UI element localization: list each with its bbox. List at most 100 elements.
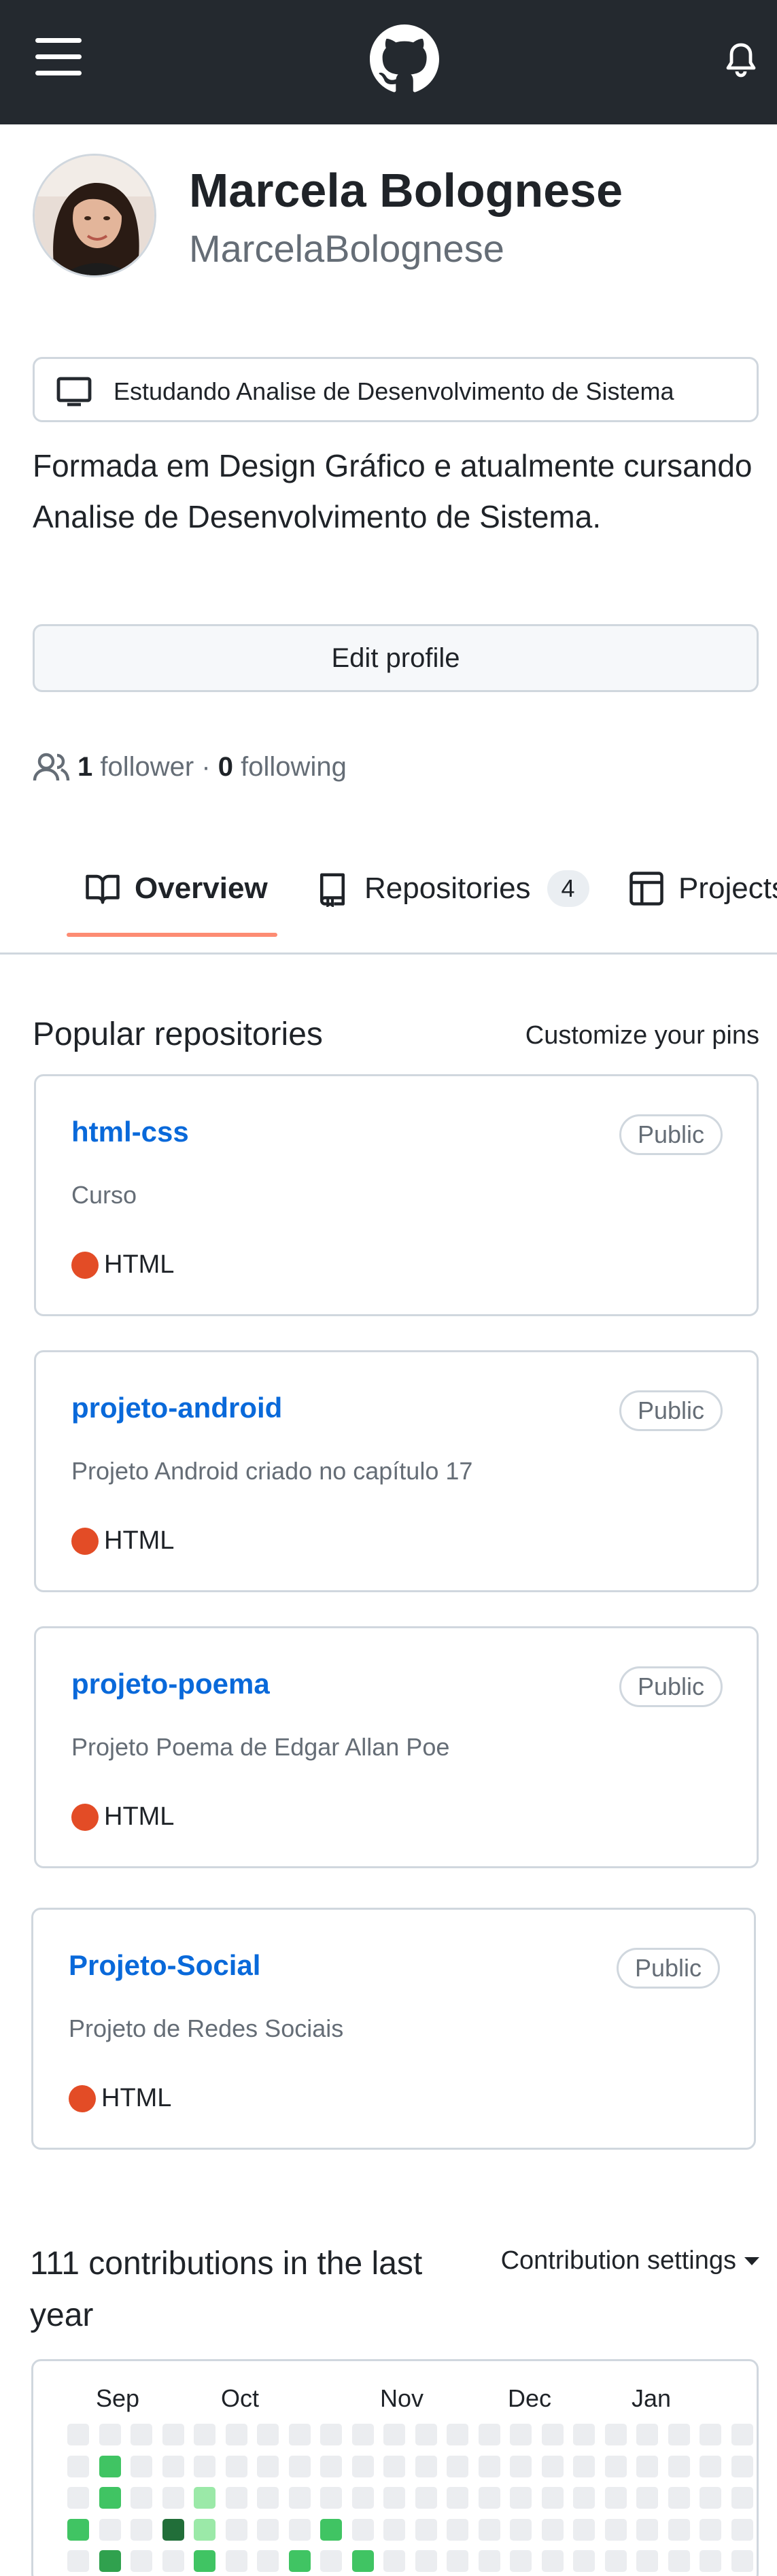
contribution-day-cell[interactable] — [510, 2424, 532, 2445]
contribution-day-cell[interactable] — [573, 2455, 595, 2477]
contribution-day-cell[interactable] — [415, 2550, 437, 2572]
contribution-day-cell[interactable] — [257, 2424, 279, 2445]
contribution-day-cell[interactable] — [225, 2424, 247, 2445]
contribution-day-cell[interactable] — [67, 2424, 89, 2445]
contribution-day-cell[interactable] — [731, 2424, 753, 2445]
customize-pins-link[interactable]: Customize your pins — [525, 1021, 759, 1050]
contribution-day-cell[interactable] — [541, 2455, 564, 2477]
contribution-day-cell[interactable] — [194, 2424, 215, 2445]
contribution-day-cell[interactable] — [383, 2518, 405, 2541]
contribution-day-cell[interactable] — [257, 2487, 279, 2509]
contribution-day-cell[interactable] — [447, 2487, 468, 2509]
contribution-day-cell[interactable] — [510, 2550, 532, 2572]
tab-projects[interactable]: Projects — [628, 858, 777, 919]
contribution-day-cell[interactable] — [636, 2424, 658, 2445]
contribution-day-cell[interactable] — [636, 2518, 658, 2541]
contribution-day-cell[interactable] — [636, 2550, 658, 2572]
contribution-day-cell[interactable] — [131, 2455, 152, 2477]
contribution-day-cell[interactable] — [351, 2455, 374, 2477]
contribution-day-cell[interactable] — [131, 2487, 152, 2509]
contribution-day-cell[interactable] — [700, 2550, 721, 2572]
contribution-day-cell[interactable] — [541, 2424, 564, 2445]
contribution-day-cell[interactable] — [351, 2487, 374, 2509]
followers-count[interactable]: 1 — [77, 752, 92, 783]
edit-profile-button[interactable]: Edit profile — [33, 624, 759, 692]
contribution-day-cell[interactable] — [320, 2487, 342, 2509]
hamburger-menu-icon[interactable] — [35, 38, 82, 76]
contribution-day-cell[interactable] — [731, 2518, 753, 2541]
contribution-day-cell[interactable] — [320, 2455, 342, 2477]
contribution-day-cell[interactable] — [383, 2550, 405, 2572]
repo-name-link[interactable]: Projeto-Social — [69, 1949, 260, 1982]
contribution-day-cell[interactable] — [478, 2455, 500, 2477]
contribution-day-cell[interactable] — [320, 2424, 342, 2445]
followers-label[interactable]: follower — [100, 752, 194, 783]
repo-name-link[interactable]: projeto-android — [71, 1392, 282, 1424]
contribution-day-cell[interactable] — [415, 2518, 437, 2541]
contribution-day-cell[interactable] — [636, 2455, 658, 2477]
contribution-day-cell[interactable] — [131, 2550, 152, 2572]
contribution-day-cell[interactable] — [700, 2487, 721, 2509]
bell-icon[interactable] — [725, 41, 757, 79]
contribution-day-cell[interactable] — [162, 2550, 184, 2572]
contribution-day-cell[interactable] — [99, 2487, 121, 2509]
contribution-day-cell[interactable] — [700, 2424, 721, 2445]
contribution-day-cell[interactable] — [731, 2455, 753, 2477]
contribution-day-cell[interactable] — [510, 2455, 532, 2477]
contribution-day-cell[interactable] — [604, 2424, 627, 2445]
contribution-day-cell[interactable] — [225, 2518, 247, 2541]
contribution-day-cell[interactable] — [541, 2518, 564, 2541]
contribution-day-cell[interactable] — [700, 2518, 721, 2541]
contribution-day-cell[interactable] — [668, 2518, 690, 2541]
contribution-day-cell[interactable] — [604, 2455, 627, 2477]
contribution-day-cell[interactable] — [225, 2550, 247, 2572]
contribution-day-cell[interactable] — [447, 2550, 468, 2572]
contribution-day-cell[interactable] — [194, 2455, 215, 2477]
contribution-day-cell[interactable] — [288, 2550, 311, 2572]
contribution-day-cell[interactable] — [415, 2487, 437, 2509]
github-octocat-icon[interactable] — [370, 24, 439, 94]
contribution-day-cell[interactable] — [67, 2455, 89, 2477]
tab-overview[interactable]: Overview — [84, 858, 268, 919]
contribution-day-cell[interactable] — [162, 2518, 184, 2541]
contribution-day-cell[interactable] — [225, 2455, 247, 2477]
contribution-day-cell[interactable] — [288, 2424, 311, 2445]
contribution-day-cell[interactable] — [573, 2487, 595, 2509]
contribution-day-cell[interactable] — [478, 2518, 500, 2541]
contribution-day-cell[interactable] — [510, 2487, 532, 2509]
contribution-day-cell[interactable] — [573, 2550, 595, 2572]
contribution-day-cell[interactable] — [573, 2424, 595, 2445]
contribution-day-cell[interactable] — [415, 2424, 437, 2445]
avatar[interactable] — [33, 154, 156, 277]
contribution-day-cell[interactable] — [415, 2455, 437, 2477]
contribution-day-cell[interactable] — [194, 2487, 215, 2509]
contribution-day-cell[interactable] — [225, 2487, 247, 2509]
contribution-day-cell[interactable] — [67, 2487, 89, 2509]
contribution-day-cell[interactable] — [383, 2424, 405, 2445]
contribution-day-cell[interactable] — [510, 2518, 532, 2541]
contribution-day-cell[interactable] — [351, 2518, 374, 2541]
contribution-day-cell[interactable] — [67, 2550, 89, 2572]
contribution-settings-dropdown[interactable]: Contribution settings — [501, 2246, 759, 2276]
contribution-day-cell[interactable] — [541, 2487, 564, 2509]
contribution-day-cell[interactable] — [257, 2550, 279, 2572]
contribution-day-cell[interactable] — [383, 2455, 405, 2477]
contribution-day-cell[interactable] — [604, 2550, 627, 2572]
contribution-day-cell[interactable] — [162, 2455, 184, 2477]
contribution-day-cell[interactable] — [447, 2424, 468, 2445]
contribution-day-cell[interactable] — [447, 2455, 468, 2477]
contribution-day-cell[interactable] — [604, 2518, 627, 2541]
repo-name-link[interactable]: html-css — [71, 1116, 189, 1148]
contribution-day-cell[interactable] — [668, 2550, 690, 2572]
contribution-day-cell[interactable] — [668, 2487, 690, 2509]
contribution-day-cell[interactable] — [320, 2550, 342, 2572]
following-label[interactable]: following — [241, 752, 347, 783]
contribution-day-cell[interactable] — [668, 2424, 690, 2445]
contribution-day-cell[interactable] — [700, 2455, 721, 2477]
contribution-day-cell[interactable] — [351, 2550, 374, 2572]
contribution-day-cell[interactable] — [383, 2487, 405, 2509]
contribution-day-cell[interactable] — [194, 2550, 215, 2572]
tab-repositories[interactable]: Repositories 4 — [314, 858, 589, 919]
contribution-day-cell[interactable] — [162, 2487, 184, 2509]
contribution-day-cell[interactable] — [447, 2518, 468, 2541]
